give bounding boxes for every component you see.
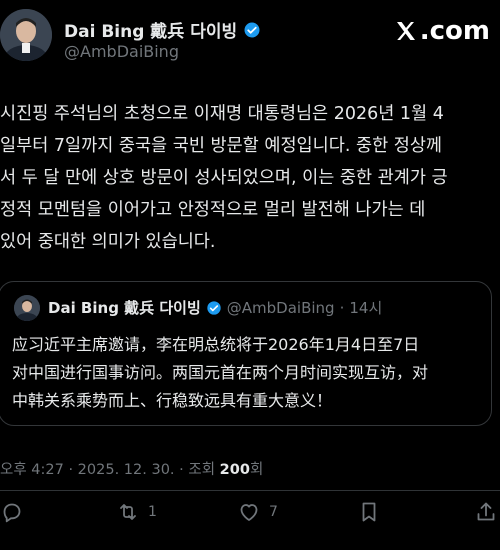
view-count: 200 <box>219 462 250 478</box>
x-logo-icon <box>396 22 415 40</box>
post-timestamp[interactable]: 오후 4:27 · 2025. 12. 30. · 조회 <box>0 462 220 478</box>
author-name[interactable]: Dai Bing 戴兵 다이빙 <box>64 17 237 42</box>
post-line: 시진핑 주석님의 초청으로 이재명 대통령님은 2026년 1월 4 <box>0 104 444 124</box>
reply-button[interactable] <box>0 500 32 524</box>
post-meta: 오후 4:27 · 2025. 12. 30. · 조회 200회 <box>0 458 263 479</box>
quoted-text: 应习近平主席邀请，李在明总统将于2026年1月4日至7日 对中国进行国事访问。两… <box>12 331 492 415</box>
quoted-line: 应习近平主席邀请，李在明总统将于2026年1月4日至7日 <box>12 335 420 354</box>
quoted-time: 14시 <box>349 299 383 317</box>
verified-badge-icon <box>206 300 222 316</box>
quoted-author-handle: @AmbDaiBing <box>226 298 335 317</box>
separator-dot: · <box>339 298 345 317</box>
post-line: 일부터 7일까지 중국을 국빈 방문할 예정입니다. 중한 정상께 <box>0 136 443 156</box>
logo-text: .com <box>419 16 490 46</box>
quoted-author-name: Dai Bing 戴兵 다이빙 <box>48 299 201 317</box>
quoted-line: 对中国进行国事访问。两国元首在两个月时间实现互访，对 <box>12 363 429 382</box>
share-icon <box>477 502 495 521</box>
repost-button[interactable]: 1 <box>116 500 157 524</box>
like-button[interactable]: 7 <box>237 500 278 524</box>
post-text: 시진핑 주석님의 초청으로 이재명 대통령님은 2026년 1월 4 일부터 7… <box>0 98 500 258</box>
quoted-avatar <box>14 295 40 321</box>
action-bar: 1 7 <box>0 500 500 530</box>
heart-icon <box>240 504 258 521</box>
post-line: 있어 중대한 의미가 있습니다. <box>0 232 216 252</box>
verified-badge-icon <box>243 21 261 39</box>
bookmark-icon <box>362 502 376 522</box>
quoted-line: 中韩关系乘势而上、行稳致远具有重大意义！ <box>12 391 333 410</box>
view-suffix: 회 <box>249 462 264 478</box>
post-line: 정적 모멘텀을 이어가고 안정적으로 멀리 발전해 나가는 데 <box>0 200 426 220</box>
quoted-author-row: Dai Bing 戴兵 다이빙 @AmbDaiBing · 14시 <box>48 297 382 318</box>
avatar[interactable] <box>0 9 52 61</box>
reply-icon <box>3 503 21 523</box>
author-row: Dai Bing 戴兵 다이빙 <box>64 17 261 42</box>
share-button[interactable] <box>474 500 498 524</box>
author-handle[interactable]: @AmbDaiBing <box>64 42 179 61</box>
post-line: 서 두 달 만에 상호 방문이 성사되었으며, 이는 중한 관계가 긍 <box>0 168 448 188</box>
repost-count: 1 <box>148 504 157 520</box>
like-count: 7 <box>269 504 278 520</box>
divider <box>0 490 500 491</box>
repost-icon <box>120 504 136 520</box>
x-logo: .com <box>394 16 490 46</box>
bookmark-button[interactable] <box>357 500 381 524</box>
